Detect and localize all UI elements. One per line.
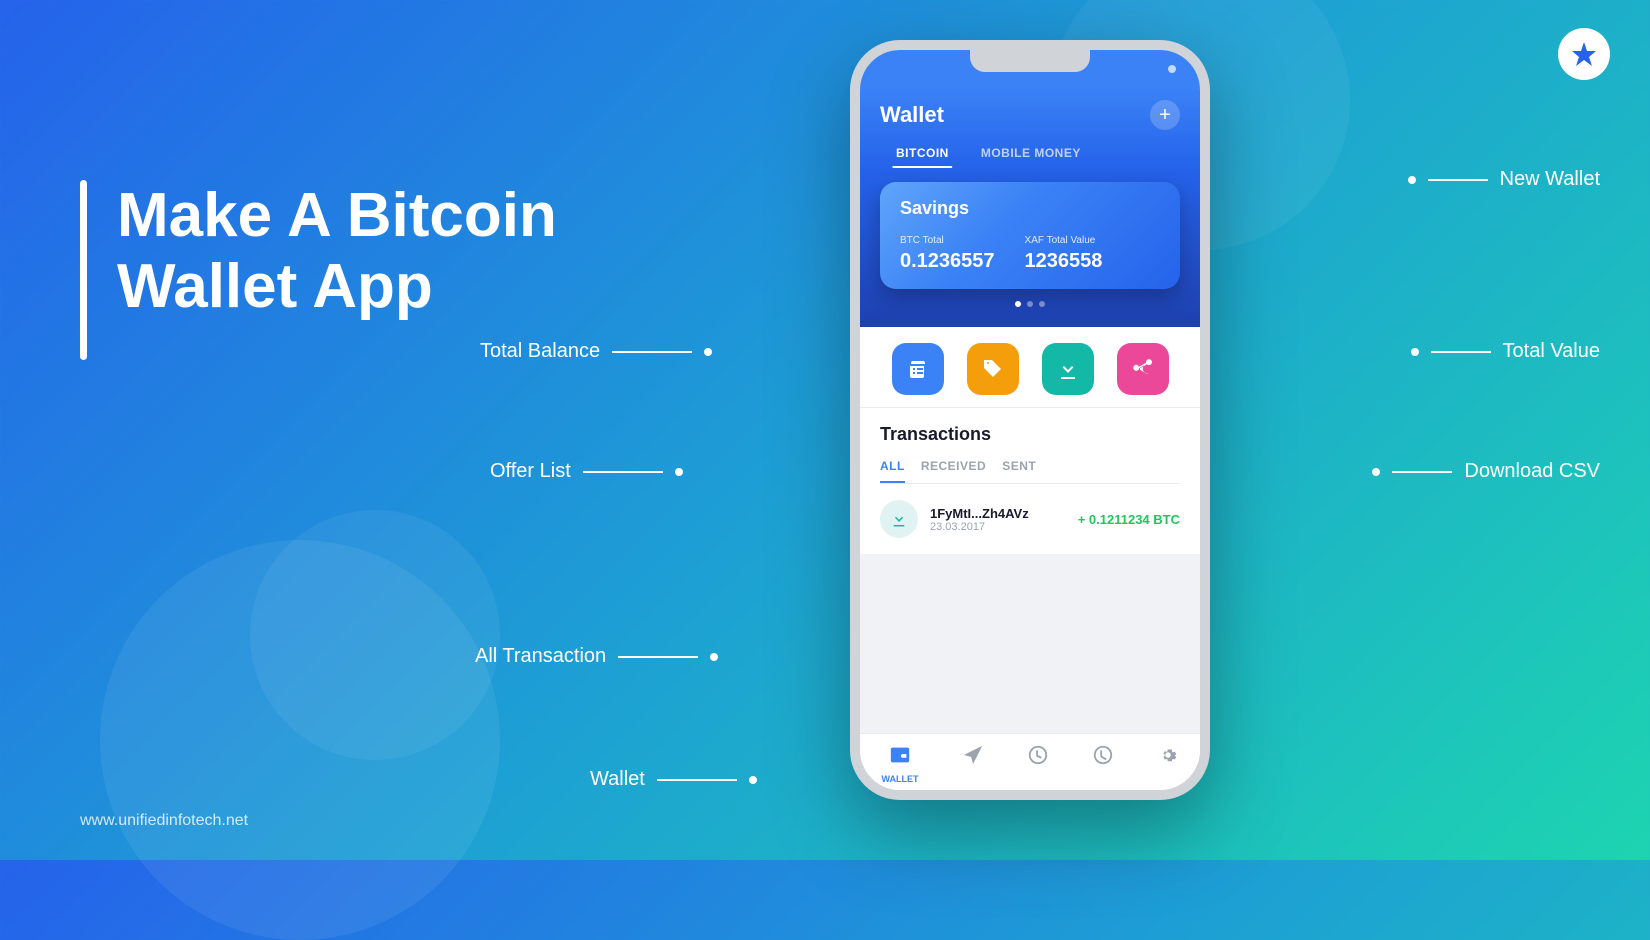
headline: Make A Bitcoin Wallet App <box>117 180 557 323</box>
nav-chart[interactable] <box>1027 744 1049 784</box>
wallet-title: Wallet <box>880 102 944 128</box>
ann-line-wallet-bottom <box>657 779 737 781</box>
tab-received[interactable]: RECEIVED <box>921 459 986 483</box>
ann-line-download-csv <box>1392 471 1452 473</box>
xaf-label: XAF Total Value <box>1025 235 1103 246</box>
nav-send[interactable] <box>962 744 984 784</box>
ann-dot-all-transaction <box>710 653 718 661</box>
tab-mobile-money[interactable]: MOBILE MONEY <box>965 138 1097 168</box>
headline-line1: Make A Bitcoin <box>117 180 557 251</box>
annotation-wallet-bottom: Wallet <box>590 768 757 791</box>
transaction-tabs: ALL RECEIVED SENT <box>880 459 1180 484</box>
ann-dot-total-balance <box>704 348 712 356</box>
new-wallet-button[interactable]: + <box>1150 100 1180 130</box>
ann-dot-offer-list <box>675 468 683 476</box>
tab-sent[interactable]: SENT <box>1002 459 1036 483</box>
tx-info: 1FyMtI...Zh4AVz 23.03.2017 <box>930 506 1066 533</box>
tx-date: 23.03.2017 <box>930 521 1066 533</box>
tab-bitcoin[interactable]: BITCOIN <box>880 138 965 168</box>
transactions-area: Transactions ALL RECEIVED SENT 1FyMtI...… <box>860 408 1200 554</box>
status-dot <box>1168 65 1176 73</box>
ann-label-total-value: Total Value <box>1503 340 1600 363</box>
tab-all[interactable]: ALL <box>880 459 905 483</box>
app-header: Wallet + BITCOIN MOBILE MONEY <box>860 88 1200 168</box>
ann-label-wallet-bottom: Wallet <box>590 768 645 791</box>
headline-line2: Wallet App <box>117 251 557 322</box>
nav-settings[interactable] <box>1157 744 1179 784</box>
bg-decoration-circle-2 <box>250 510 500 760</box>
nav-history-icon <box>1092 744 1114 772</box>
annotation-offer-list: Offer List <box>490 460 683 483</box>
xaf-balance-col: XAF Total Value 1236558 <box>1025 235 1103 273</box>
wallet-tabs: BITCOIN MOBILE MONEY <box>880 138 1180 168</box>
tx-icon <box>880 500 918 538</box>
ann-label-all-transaction: All Transaction <box>475 645 606 668</box>
phone-body: Wallet + BITCOIN MOBILE MONEY Savings BT… <box>850 40 1210 800</box>
actions-area <box>860 327 1200 408</box>
ann-label-total-balance: Total Balance <box>480 340 600 363</box>
transactions-title: Transactions <box>880 424 1180 445</box>
dot-3 <box>1039 301 1045 307</box>
ann-label-offer-list: Offer List <box>490 460 571 483</box>
bottom-nav: WALLET <box>860 733 1200 790</box>
ann-line-new-wallet <box>1428 179 1488 181</box>
ann-label-new-wallet: New Wallet <box>1500 168 1600 191</box>
annotation-total-balance: Total Balance <box>480 340 712 363</box>
nav-wallet[interactable]: WALLET <box>882 744 919 784</box>
annotation-total-value: Total Value <box>1411 340 1600 363</box>
btc-balance-col: BTC Total 0.1236557 <box>900 235 995 273</box>
download-button[interactable] <box>1042 343 1094 395</box>
share-button[interactable] <box>1117 343 1169 395</box>
nav-wallet-label: WALLET <box>882 774 919 784</box>
savings-label: Savings <box>900 198 1160 219</box>
dot-2 <box>1027 301 1033 307</box>
wallet-title-row: Wallet + <box>880 100 1180 130</box>
annotation-all-transaction: All Transaction <box>475 645 718 668</box>
balance-row: BTC Total 0.1236557 XAF Total Value 1236… <box>900 235 1160 273</box>
ann-line-offer-list <box>583 471 663 473</box>
phone-notch <box>970 50 1090 72</box>
dot-1 <box>1015 301 1021 307</box>
ann-dot-download-csv <box>1372 468 1380 476</box>
ann-line-all-transaction <box>618 656 698 658</box>
accent-bar <box>80 180 87 360</box>
xaf-amount: 1236558 <box>1025 250 1103 272</box>
nav-send-icon <box>962 744 984 772</box>
nav-settings-icon <box>1157 744 1179 772</box>
annotation-download-csv: Download CSV <box>1372 460 1600 483</box>
transaction-item: 1FyMtI...Zh4AVz 23.03.2017 + 0.1211234 B… <box>880 500 1180 538</box>
annotation-new-wallet: New Wallet <box>1408 168 1600 191</box>
nav-chart-icon <box>1027 744 1049 772</box>
tag-button[interactable] <box>967 343 1019 395</box>
ann-dot-total-value <box>1411 348 1419 356</box>
tx-address: 1FyMtI...Zh4AVz <box>930 506 1066 521</box>
nav-history[interactable] <box>1092 744 1114 784</box>
btc-amount: 0.1236557 <box>900 250 995 272</box>
ann-dot-wallet-bottom <box>749 776 757 784</box>
website-url: www.unifiedinfotech.net <box>80 812 248 830</box>
app-logo <box>1558 28 1610 80</box>
left-section: Make A Bitcoin Wallet App <box>80 180 557 360</box>
card-dots <box>880 301 1180 307</box>
ann-label-download-csv: Download CSV <box>1464 460 1600 483</box>
ann-line-total-value <box>1431 351 1491 353</box>
phone-mockup: Wallet + BITCOIN MOBILE MONEY Savings BT… <box>850 40 1230 820</box>
ann-dot-new-wallet <box>1408 176 1416 184</box>
savings-card: Savings BTC Total 0.1236557 XAF Total Va… <box>880 182 1180 289</box>
tx-amount: + 0.1211234 BTC <box>1078 512 1180 527</box>
phone-notch-bar <box>860 50 1200 88</box>
ann-line-total-balance <box>612 351 692 353</box>
offer-list-button[interactable] <box>892 343 944 395</box>
nav-wallet-icon <box>889 744 911 772</box>
phone-screen: Wallet + BITCOIN MOBILE MONEY Savings BT… <box>860 88 1200 790</box>
card-area: Savings BTC Total 0.1236557 XAF Total Va… <box>860 168 1200 327</box>
btc-label: BTC Total <box>900 235 995 246</box>
